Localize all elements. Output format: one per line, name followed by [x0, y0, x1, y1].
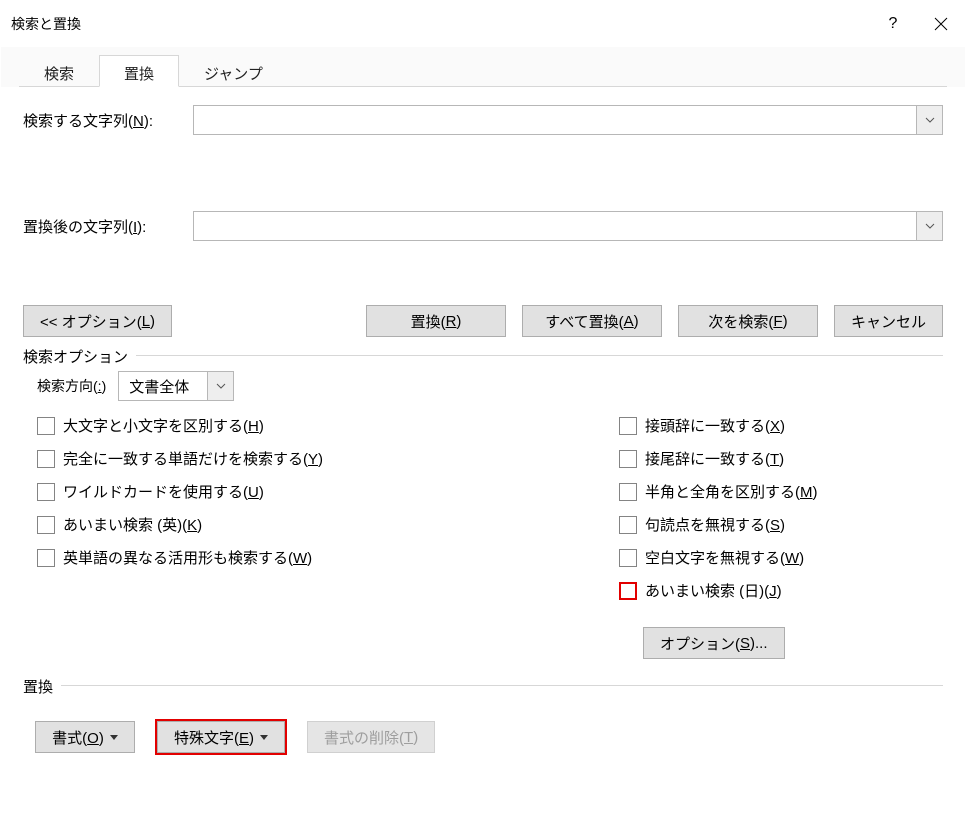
direction-value: 文書全体: [119, 372, 207, 400]
find-replace-dialog: 検索と置換 ? 検索 置換 ジャンプ 検索する文字列(N): 置換後の文字列(I…: [0, 0, 966, 813]
tabstrip: 検索 置換 ジャンプ: [1, 47, 965, 87]
special-char-button[interactable]: 特殊文字(E): [157, 721, 285, 753]
chevron-down-icon: [925, 117, 935, 123]
clear-format-button[interactable]: 書式の削除(T): [307, 721, 435, 753]
search-options-group: 検索オプション 検索方向(:) 文書全体 大文字と小文字を区別する(H) 完全に…: [23, 355, 943, 659]
titlebar: 検索と置換 ?: [1, 1, 965, 47]
chevron-down-icon: [925, 223, 935, 229]
caret-down-icon: [260, 735, 268, 740]
checkbox-icon: [619, 582, 637, 600]
close-icon: [934, 17, 948, 31]
check-word-forms[interactable]: 英単語の異なる活用形も検索する(W): [37, 547, 579, 568]
replace-input[interactable]: [193, 211, 943, 241]
check-width[interactable]: 半角と全角を区別する(M): [619, 481, 929, 502]
checkbox-icon: [37, 417, 55, 435]
direction-label: 検索方向(:): [37, 376, 106, 396]
direction-select[interactable]: 文書全体: [118, 371, 234, 401]
cancel-button[interactable]: キャンセル: [834, 305, 943, 337]
find-row: 検索する文字列(N):: [23, 105, 943, 135]
checkbox-icon: [619, 549, 637, 567]
check-fuzzy-jp[interactable]: あいまい検索 (日)(J): [619, 580, 929, 601]
check-fuzzy-en[interactable]: あいまい検索 (英)(K): [37, 514, 579, 535]
replace-history-drop[interactable]: [916, 212, 942, 240]
direction-drop[interactable]: [207, 372, 233, 400]
replace-row: 置換後の文字列(I):: [23, 211, 943, 241]
find-field[interactable]: [194, 106, 916, 134]
replace-field[interactable]: [194, 212, 916, 240]
caret-down-icon: [110, 735, 118, 740]
checkbox-icon: [37, 516, 55, 534]
replace-label: 置換後の文字列(I):: [23, 216, 193, 237]
replace-format-group: 置換 書式(O) 特殊文字(E) 書式の削除(T): [23, 685, 943, 753]
check-whole-word[interactable]: 完全に一致する単語だけを検索する(Y): [37, 448, 579, 469]
check-wildcard[interactable]: ワイルドカードを使用する(U): [37, 481, 579, 502]
main-buttons: << オプション(L) 置換(R) すべて置換(A) 次を検索(F) キャンセル: [23, 305, 943, 337]
checkbox-icon: [619, 417, 637, 435]
tab-jump[interactable]: ジャンプ: [179, 55, 288, 87]
tab-search[interactable]: 検索: [19, 55, 99, 87]
format-button[interactable]: 書式(O): [35, 721, 135, 753]
checks-right: 接頭辞に一致する(X) 接尾辞に一致する(T) 半角と全角を区別する(M) 句読…: [619, 415, 929, 659]
find-input[interactable]: [193, 105, 943, 135]
checkbox-icon: [619, 483, 637, 501]
replace-group-title: 置換: [23, 676, 61, 697]
dialog-title: 検索と置換: [11, 14, 81, 34]
checkbox-columns: 大文字と小文字を区別する(H) 完全に一致する単語だけを検索する(Y) ワイルド…: [37, 415, 929, 659]
check-ignore-punct[interactable]: 句読点を無視する(S): [619, 514, 929, 535]
checkbox-icon: [619, 450, 637, 468]
tab-replace[interactable]: 置換: [99, 55, 179, 87]
check-match-case[interactable]: 大文字と小文字を区別する(H): [37, 415, 579, 436]
find-next-button[interactable]: 次を検索(F): [678, 305, 818, 337]
direction-row: 検索方向(:) 文書全体: [37, 371, 929, 401]
chevron-down-icon: [216, 383, 226, 389]
find-history-drop[interactable]: [916, 106, 942, 134]
search-options-title: 検索オプション: [23, 346, 136, 367]
check-suffix[interactable]: 接尾辞に一致する(T): [619, 448, 929, 469]
check-ignore-ws[interactable]: 空白文字を無視する(W): [619, 547, 929, 568]
checkbox-icon: [37, 450, 55, 468]
options-toggle-button[interactable]: << オプション(L): [23, 305, 172, 337]
help-button[interactable]: ?: [869, 1, 917, 47]
replace-all-button[interactable]: すべて置換(A): [522, 305, 662, 337]
checks-left: 大文字と小文字を区別する(H) 完全に一致する単語だけを検索する(Y) ワイルド…: [37, 415, 579, 659]
checkbox-icon: [37, 549, 55, 567]
checkbox-icon: [37, 483, 55, 501]
close-button[interactable]: [917, 1, 965, 47]
fuzzy-options-button[interactable]: オプション(S)...: [643, 627, 785, 659]
find-label: 検索する文字列(N):: [23, 110, 193, 131]
check-prefix[interactable]: 接頭辞に一致する(X): [619, 415, 929, 436]
checkbox-icon: [619, 516, 637, 534]
replace-button[interactable]: 置換(R): [366, 305, 506, 337]
dialog-body: 検索する文字列(N): 置換後の文字列(I): << オプション(L) 置: [1, 87, 965, 812]
